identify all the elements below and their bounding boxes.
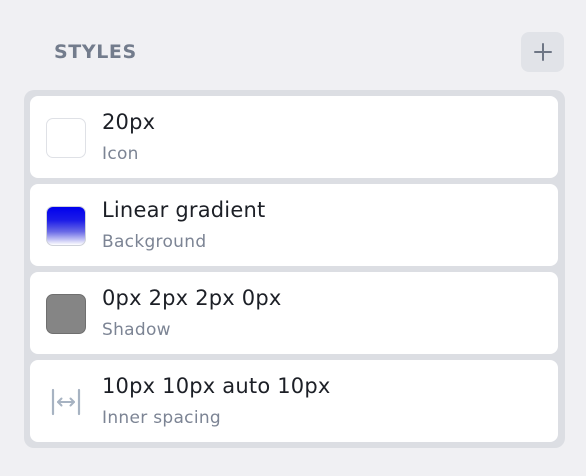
style-label: Shadow — [102, 320, 171, 340]
style-label: Icon — [102, 144, 139, 164]
styles-panel: STYLES 20px Icon Linear gradient Backgro… — [0, 0, 586, 476]
style-value: 10px 10px auto 10px — [102, 374, 331, 398]
section-title: STYLES — [54, 41, 137, 63]
style-value: Linear gradient — [102, 198, 266, 222]
style-item-icon[interactable]: 20px Icon — [30, 96, 558, 178]
style-value: 0px 2px 2px 0px — [102, 286, 282, 310]
empty-swatch-icon — [46, 118, 86, 158]
add-style-button[interactable] — [521, 32, 564, 72]
style-item-background[interactable]: Linear gradient Background — [30, 184, 558, 266]
style-item-shadow[interactable]: 0px 2px 2px 0px Shadow — [30, 272, 558, 354]
style-label: Inner spacing — [102, 408, 222, 428]
style-label: Background — [102, 232, 207, 252]
style-value: 20px — [102, 110, 156, 134]
horizontal-spacing-icon — [51, 388, 81, 416]
style-item-inner-spacing[interactable]: 10px 10px auto 10px Inner spacing — [30, 360, 558, 442]
styles-list: 20px Icon Linear gradient Background 0px… — [24, 90, 565, 448]
plus-icon — [533, 43, 552, 61]
shadow-swatch-icon — [46, 294, 86, 334]
gradient-swatch-icon — [46, 206, 86, 246]
styles-header: STYLES — [0, 0, 586, 90]
